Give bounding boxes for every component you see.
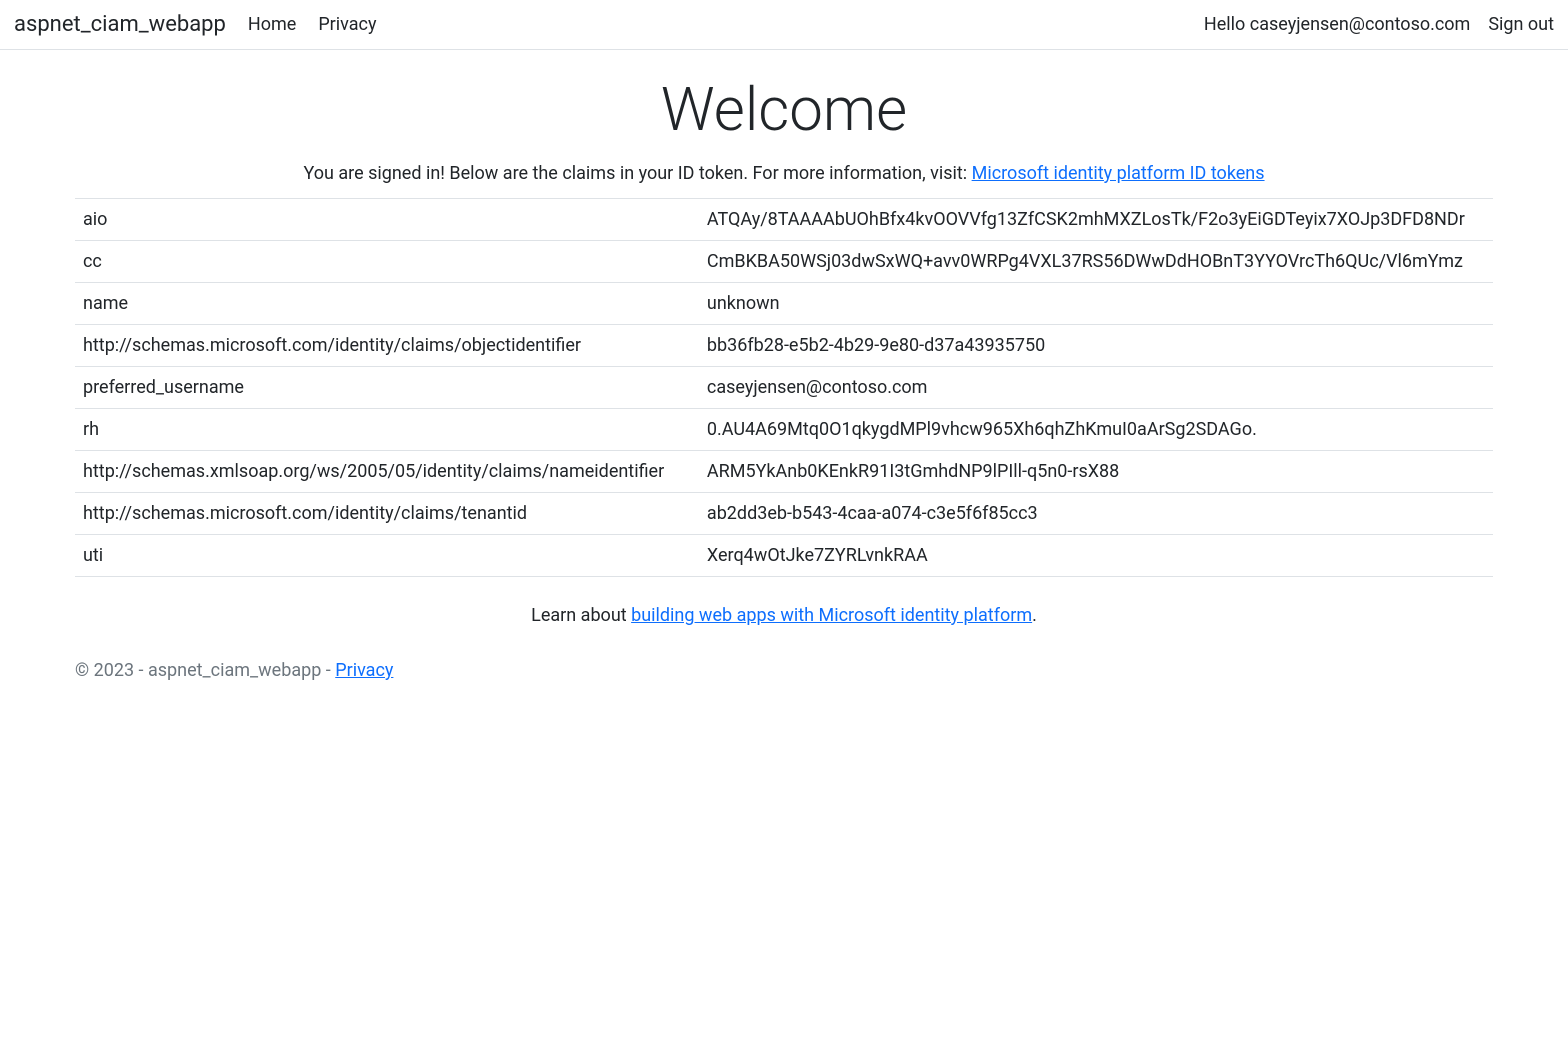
page-title: Welcome: [75, 74, 1493, 145]
claim-key: http://schemas.microsoft.com/identity/cl…: [75, 493, 699, 535]
claim-key: name: [75, 283, 699, 325]
table-row: http://schemas.microsoft.com/identity/cl…: [75, 493, 1493, 535]
claim-value: caseyjensen@contoso.com: [699, 367, 1493, 409]
claim-key: preferred_username: [75, 367, 699, 409]
claim-value: CmBKBA50WSj03dwSxWQ+avv0WRPg4VXL37RS56DW…: [699, 241, 1493, 283]
table-row: utiXerq4wOtJke7ZYRLvnkRAA: [75, 535, 1493, 577]
learn-link[interactable]: building web apps with Microsoft identit…: [631, 605, 1032, 626]
claim-value: ARM5YkAnb0KEnkR91I3tGmhdNP9lPIll-q5n0-rs…: [699, 451, 1493, 493]
navbar-right: Hello caseyjensen@contoso.com Sign out: [1204, 14, 1554, 35]
claim-key: uti: [75, 535, 699, 577]
claim-key: rh: [75, 409, 699, 451]
navbar: aspnet_ciam_webapp Home Privacy Hello ca…: [0, 0, 1568, 50]
table-row: nameunknown: [75, 283, 1493, 325]
claim-value: ATQAy/8TAAAAbUOhBfx4kvOOVVfg13ZfCSK2mhMX…: [699, 199, 1493, 241]
table-row: aioATQAy/8TAAAAbUOhBfx4kvOOVVfg13ZfCSK2m…: [75, 199, 1493, 241]
table-row: ccCmBKBA50WSj03dwSxWQ+avv0WRPg4VXL37RS56…: [75, 241, 1493, 283]
intro-link[interactable]: Microsoft identity platform ID tokens: [972, 163, 1265, 184]
table-row: http://schemas.microsoft.com/identity/cl…: [75, 325, 1493, 367]
navbar-left: aspnet_ciam_webapp Home Privacy: [14, 12, 376, 37]
learn-prefix: Learn about: [531, 605, 631, 626]
nav-privacy[interactable]: Privacy: [318, 14, 376, 35]
claim-value: ab2dd3eb-b543-4caa-a074-c3e5f6f85cc3: [699, 493, 1493, 535]
claims-table: aioATQAy/8TAAAAbUOhBfx4kvOOVVfg13ZfCSK2m…: [75, 198, 1493, 577]
claim-value: 0.AU4A69Mtq0O1qkygdMPl9vhcw965Xh6qhZhKmu…: [699, 409, 1493, 451]
nav-home[interactable]: Home: [248, 14, 296, 35]
claim-value: bb36fb28-e5b2-4b29-9e80-d37a43935750: [699, 325, 1493, 367]
footer: © 2023 - aspnet_ciam_webapp - Privacy: [75, 656, 1493, 685]
learn-suffix: .: [1032, 605, 1037, 626]
table-row: rh0.AU4A69Mtq0O1qkygdMPl9vhcw965Xh6qhZhK…: [75, 409, 1493, 451]
footer-privacy-link[interactable]: Privacy: [335, 660, 393, 681]
intro-prefix: You are signed in! Below are the claims …: [303, 163, 971, 184]
claim-key: cc: [75, 241, 699, 283]
claim-key: aio: [75, 199, 699, 241]
table-row: http://schemas.xmlsoap.org/ws/2005/05/id…: [75, 451, 1493, 493]
brand-link[interactable]: aspnet_ciam_webapp: [14, 12, 226, 37]
main-container: Welcome You are signed in! Below are the…: [0, 50, 1568, 715]
claim-value: Xerq4wOtJke7ZYRLvnkRAA: [699, 535, 1493, 577]
claim-key: http://schemas.xmlsoap.org/ws/2005/05/id…: [75, 451, 699, 493]
nav-signout[interactable]: Sign out: [1488, 14, 1554, 35]
intro-text: You are signed in! Below are the claims …: [75, 163, 1493, 184]
nav-greeting[interactable]: Hello caseyjensen@contoso.com: [1204, 14, 1470, 35]
footer-text: © 2023 - aspnet_ciam_webapp -: [75, 660, 335, 681]
claim-value: unknown: [699, 283, 1493, 325]
table-row: preferred_usernamecaseyjensen@contoso.co…: [75, 367, 1493, 409]
claim-key: http://schemas.microsoft.com/identity/cl…: [75, 325, 699, 367]
learn-text: Learn about building web apps with Micro…: [75, 605, 1493, 626]
